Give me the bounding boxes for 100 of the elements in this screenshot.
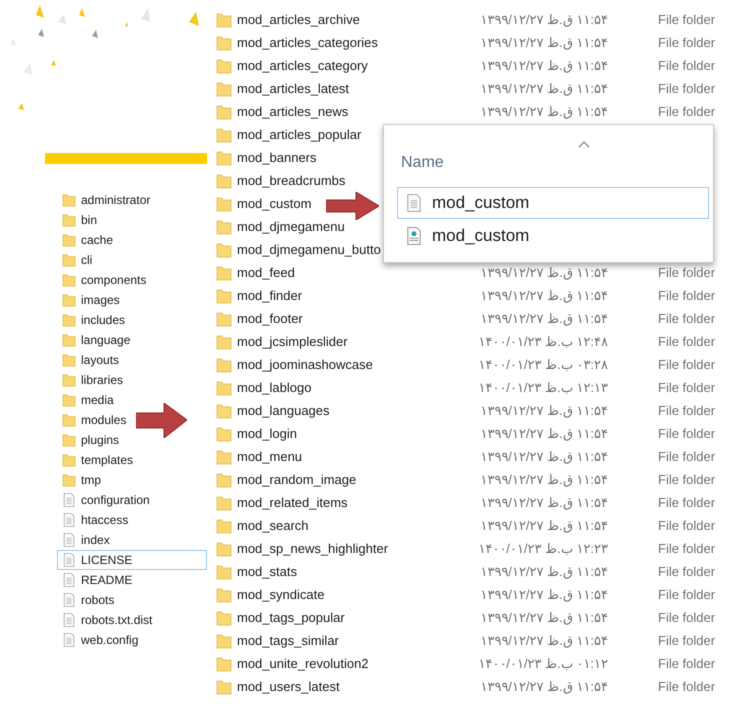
- folder-tree-item[interactable]: libraries: [57, 370, 207, 390]
- folder-tree-item[interactable]: web.config: [57, 630, 207, 650]
- column-header[interactable]: Name: [401, 151, 444, 175]
- pointer-arrow: [136, 403, 187, 438]
- file-name[interactable]: mod_articles_latest: [237, 78, 474, 98]
- file-type: File folder: [658, 80, 716, 98]
- date-modified: ۰۳:۲۸ ب.ظ ۱۴۰۰/۰۱/۲۳: [477, 356, 608, 374]
- file-name[interactable]: mod_tags_popular: [237, 608, 474, 628]
- folder-icon: [216, 516, 232, 534]
- date-modified: ۱۱:۵۴ ق.ظ ۱۳۹۹/۱۲/۲۷: [479, 448, 608, 466]
- folder-tree-item[interactable]: htaccess: [57, 510, 207, 530]
- folder-tree-item[interactable]: modules: [57, 410, 207, 430]
- file-name[interactable]: mod_related_items: [237, 492, 474, 512]
- file-type: File folder: [658, 402, 716, 420]
- folder-tree-item[interactable]: media: [57, 390, 207, 410]
- folder-icon: [216, 562, 232, 580]
- folder-icon: [62, 272, 76, 288]
- file-name[interactable]: mod_feed: [237, 262, 474, 282]
- file-name[interactable]: mod_articles_categories: [237, 32, 474, 52]
- folder-icon: [216, 608, 232, 626]
- document-icon: [62, 632, 76, 648]
- folder-tree-item[interactable]: LICENSE: [57, 550, 207, 570]
- folder-tree-item[interactable]: cache: [57, 230, 207, 250]
- folder-tree-item[interactable]: language: [57, 330, 207, 350]
- date-modified: ۱۱:۵۴ ق.ظ ۱۳۹۹/۱۲/۲۷: [479, 516, 608, 535]
- document-icon: [62, 592, 76, 608]
- file-name[interactable]: mod_sp_news_highlighter: [237, 538, 474, 558]
- file-type: File folder: [658, 56, 716, 75]
- folder-tree-item[interactable]: components: [57, 270, 207, 290]
- file-name[interactable]: mod_joominashowcase: [237, 354, 474, 374]
- folder-tree-item[interactable]: administrator: [57, 190, 207, 210]
- date-modified: ۱۲:۱۳ ب.ظ ۱۴۰۰/۰۱/۲۳: [477, 378, 608, 397]
- file-name[interactable]: mod_random_image: [237, 470, 474, 490]
- date-modified: ۱۱:۵۴ ق.ظ ۱۳۹۹/۱۲/۲۷: [479, 632, 608, 650]
- date-modified: ۱۱:۵۴ ق.ظ ۱۳۹۹/۱۲/۲۷: [479, 102, 608, 121]
- folder-tree-item[interactable]: robots.txt.dist: [57, 610, 207, 630]
- file-name[interactable]: mod_articles_archive: [237, 10, 474, 30]
- file-name[interactable]: mod_stats: [237, 562, 474, 582]
- file-name[interactable]: mod_search: [237, 516, 474, 536]
- folder-icon: [62, 412, 76, 428]
- folder-icon: [216, 80, 232, 98]
- file-type: File folder: [658, 540, 716, 558]
- date-modified: ۱۱:۵۴ ق.ظ ۱۳۹۹/۱۲/۲۷: [479, 470, 608, 489]
- document-icon: [405, 192, 423, 214]
- folder-tree-item[interactable]: README: [57, 570, 207, 590]
- file-name[interactable]: mod_tags_similar: [237, 630, 474, 650]
- folder-icon: [216, 126, 232, 144]
- folder-tree-item[interactable]: images: [57, 290, 207, 310]
- folder-icon: [216, 494, 232, 512]
- file-name[interactable]: mod_articles_category: [237, 56, 474, 76]
- file-name[interactable]: mod_languages: [237, 400, 474, 420]
- file-name[interactable]: mod_footer: [237, 308, 474, 328]
- file-type: File folder: [658, 654, 716, 673]
- folder-tree-item[interactable]: robots: [57, 590, 207, 610]
- file-name[interactable]: mod_syndicate: [237, 584, 474, 604]
- folder-icon: [216, 34, 232, 52]
- date-modified: ۱۱:۵۴ ق.ظ ۱۳۹۹/۱۲/۲۷: [479, 608, 608, 627]
- folder-icon: [216, 286, 232, 304]
- file-name[interactable]: mod_finder: [237, 286, 474, 306]
- file-type: File folder: [658, 332, 716, 351]
- date-modified: ۱۱:۵۴ ق.ظ ۱۳۹۹/۱۲/۲۷: [479, 310, 608, 328]
- folder-icon: [62, 452, 76, 468]
- folder-tree-item[interactable]: index: [57, 530, 207, 550]
- folder-tree-item[interactable]: tmp: [57, 470, 207, 490]
- date-modified: ۱۱:۵۴ ق.ظ ۱۳۹۹/۱۲/۲۷: [479, 10, 608, 29]
- date-modified: ۱۱:۵۴ ق.ظ ۱۳۹۹/۱۲/۲۷: [479, 34, 608, 52]
- date-modified: ۱۱:۵۴ ق.ظ ۱۳۹۹/۱۲/۲۷: [479, 80, 608, 98]
- file-name[interactable]: mod_lablogo: [237, 378, 474, 398]
- file-name[interactable]: mod_jcsimpleslider: [237, 332, 474, 352]
- folder-icon: [216, 678, 232, 696]
- file-type: File folder: [658, 10, 716, 29]
- file-type: File folder: [658, 356, 716, 374]
- folder-tree-item[interactable]: includes: [57, 310, 207, 330]
- folder-icon: [216, 264, 232, 282]
- document-icon: [62, 492, 76, 508]
- file-name[interactable]: mod_users_latest: [237, 676, 474, 696]
- date-modified: ۱۱:۵۴ ق.ظ ۱۳۹۹/۱۲/۲۷: [479, 402, 608, 420]
- folder-icon: [216, 310, 232, 328]
- folder-icon: [216, 378, 232, 396]
- file-name[interactable]: mod_menu: [237, 446, 474, 466]
- folder-tree-item[interactable]: bin: [57, 210, 207, 230]
- folder-icon: [216, 10, 232, 28]
- folder-icon: [62, 232, 76, 248]
- folder-tree-item[interactable]: templates: [57, 450, 207, 470]
- folder-icon: [62, 472, 76, 488]
- folder-tree-item[interactable]: layouts: [57, 350, 207, 370]
- file-name[interactable]: mod_articles_news: [237, 102, 474, 122]
- folder-tree-item[interactable]: plugins: [57, 430, 207, 450]
- file-name[interactable]: mod_login: [237, 424, 474, 444]
- search-result-item[interactable]: mod_custom: [397, 187, 709, 219]
- folder-tree-item[interactable]: cli: [57, 250, 207, 270]
- file-type: File folder: [658, 310, 716, 328]
- file-name[interactable]: mod_unite_revolution2: [237, 654, 474, 674]
- file-type: File folder: [658, 562, 716, 581]
- document-icon: [62, 572, 76, 588]
- date-modified: ۰۱:۱۲ ب.ظ ۱۴۰۰/۰۱/۲۳: [477, 654, 608, 673]
- folder-icon: [216, 632, 232, 650]
- folder-icon: [216, 586, 232, 604]
- search-result-item[interactable]: mod_custom: [397, 222, 709, 250]
- folder-tree-item[interactable]: configuration: [57, 490, 207, 510]
